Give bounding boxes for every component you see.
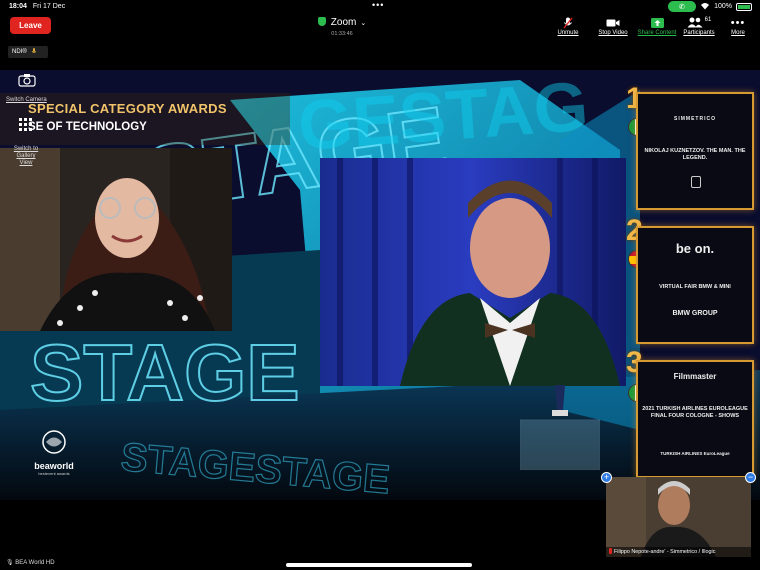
award-text-2: VIRTUAL FAIR BMW & MINI — [659, 284, 731, 290]
trophy-podium — [520, 385, 600, 470]
battery-percent: 100% — [714, 3, 732, 10]
meeting-toolbar: Leave Zoom ⌄ 01:33:46 Unmute Stop Video S… — [0, 13, 760, 41]
meeting-title: Zoom — [330, 17, 357, 28]
stop-video-label: Stop Video — [598, 30, 628, 36]
beaworld-logo: beaworld bestevent awards — [28, 428, 80, 476]
participants-label: Participants — [683, 30, 715, 36]
active-speaker-name: BEA World HD — [15, 560, 55, 566]
ndi-mic-icon — [31, 47, 37, 57]
leave-button[interactable]: Leave — [10, 17, 51, 34]
switch-gallery-link[interactable]: Switch to Gallery View — [10, 146, 42, 167]
share-content-button[interactable]: Share Content — [636, 16, 678, 36]
active-speaker-label: 🎙 BEA World HD — [6, 559, 55, 566]
award-card-3: Filmmaster 2021 TURKISH AIRLINES EUROLEA… — [636, 360, 754, 478]
phone-call-icon[interactable]: ✆ — [668, 1, 697, 12]
banner-line2: SE OF TECHNOLOGY — [28, 121, 147, 133]
status-bar: 18:04 Fri 17 Dec ••• ✆ 100% — [0, 0, 760, 13]
status-date: Fri 17 Dec — [32, 3, 66, 10]
shield-icon — [317, 17, 326, 26]
award-logo-icon — [691, 176, 701, 188]
multitasking-dots-icon[interactable]: ••• — [372, 1, 384, 10]
switch-camera-link[interactable]: Switch Camera — [6, 97, 47, 103]
muted-mic-icon — [609, 548, 612, 554]
collapse-self-view-icon[interactable]: − — [745, 472, 756, 483]
bea-logo-text: beaworld — [34, 461, 74, 471]
video-camera-icon — [591, 16, 635, 29]
unmute-button[interactable]: Unmute — [546, 16, 590, 36]
ndi-label: NDI® — [12, 49, 27, 55]
self-view-video[interactable]: Filippo Nepote-andre' - Simmetrico / Ill… — [606, 477, 751, 557]
presenter-video-left — [0, 148, 232, 331]
award-card-2: be on. VIRTUAL FAIR BMW & MINI BMW GROUP — [636, 226, 754, 344]
banner-line1: SPECIAL CATEGORY AWARDS — [28, 101, 227, 116]
more-dots-icon: ••• — [730, 16, 746, 29]
award-brand-1: SIMMETRICO — [674, 116, 716, 122]
self-view-name: Filippo Nepote-andre' - Simmetrico / Ill… — [614, 549, 716, 555]
microphone-icon: 🎙 — [6, 560, 14, 566]
meeting-timer: 01:33:46 — [331, 31, 353, 37]
svg-text:STAGE: STAGE — [30, 328, 300, 417]
award-sub-2: BMW GROUP — [672, 310, 718, 317]
chevron-down-icon: ⌄ — [360, 20, 367, 27]
self-view-name-tag: Filippo Nepote-andre' - Simmetrico / Ill… — [606, 547, 751, 557]
more-label: More — [731, 30, 745, 36]
participants-count: 61 — [704, 16, 712, 23]
host-video-center — [320, 158, 626, 386]
share-screen-icon — [636, 16, 678, 29]
unmute-label: Unmute — [557, 30, 579, 36]
gallery-grid-icon[interactable] — [19, 118, 33, 132]
share-content-label: Share Content — [637, 30, 677, 36]
expand-self-view-icon[interactable]: + — [601, 472, 612, 483]
wifi-icon — [700, 2, 710, 12]
camera-switch-icon[interactable] — [18, 73, 36, 87]
shared-video-stage: STAGE STAGE GESTAG STAGESTAGE SPECIAL CA… — [0, 70, 760, 500]
microphone-muted-icon — [546, 16, 590, 29]
battery-icon — [736, 2, 752, 11]
award-text-1: NIKOLAJ KUZNETZOV. THE MAN. THE LEGEND. — [644, 148, 746, 161]
home-indicator[interactable] — [286, 563, 472, 567]
participants-icon: 61 — [677, 16, 721, 29]
meeting-title-button[interactable]: Zoom ⌄ — [282, 17, 402, 28]
stop-video-button[interactable]: Stop Video — [591, 16, 635, 36]
award-sub-3: TURKISH AIRLINES EuroLeague — [660, 451, 730, 456]
participants-button[interactable]: 61 Participants — [677, 16, 721, 37]
bea-logo-subtext: bestevent awards — [38, 471, 70, 476]
award-brand-2: be on. — [675, 241, 715, 256]
status-time: 18:04 — [9, 3, 27, 10]
award-text-3: 2021 TURKISH AIRLINES EUROLEAGUE FINAL F… — [642, 406, 748, 419]
ndi-badge[interactable]: NDI® — [8, 46, 48, 58]
award-brand-3: Filmmaster — [673, 372, 717, 381]
award-card-1: SIMMETRICO NIKOLAJ KUZNETZOV. THE MAN. T… — [636, 92, 754, 210]
more-button[interactable]: ••• More — [718, 16, 758, 37]
